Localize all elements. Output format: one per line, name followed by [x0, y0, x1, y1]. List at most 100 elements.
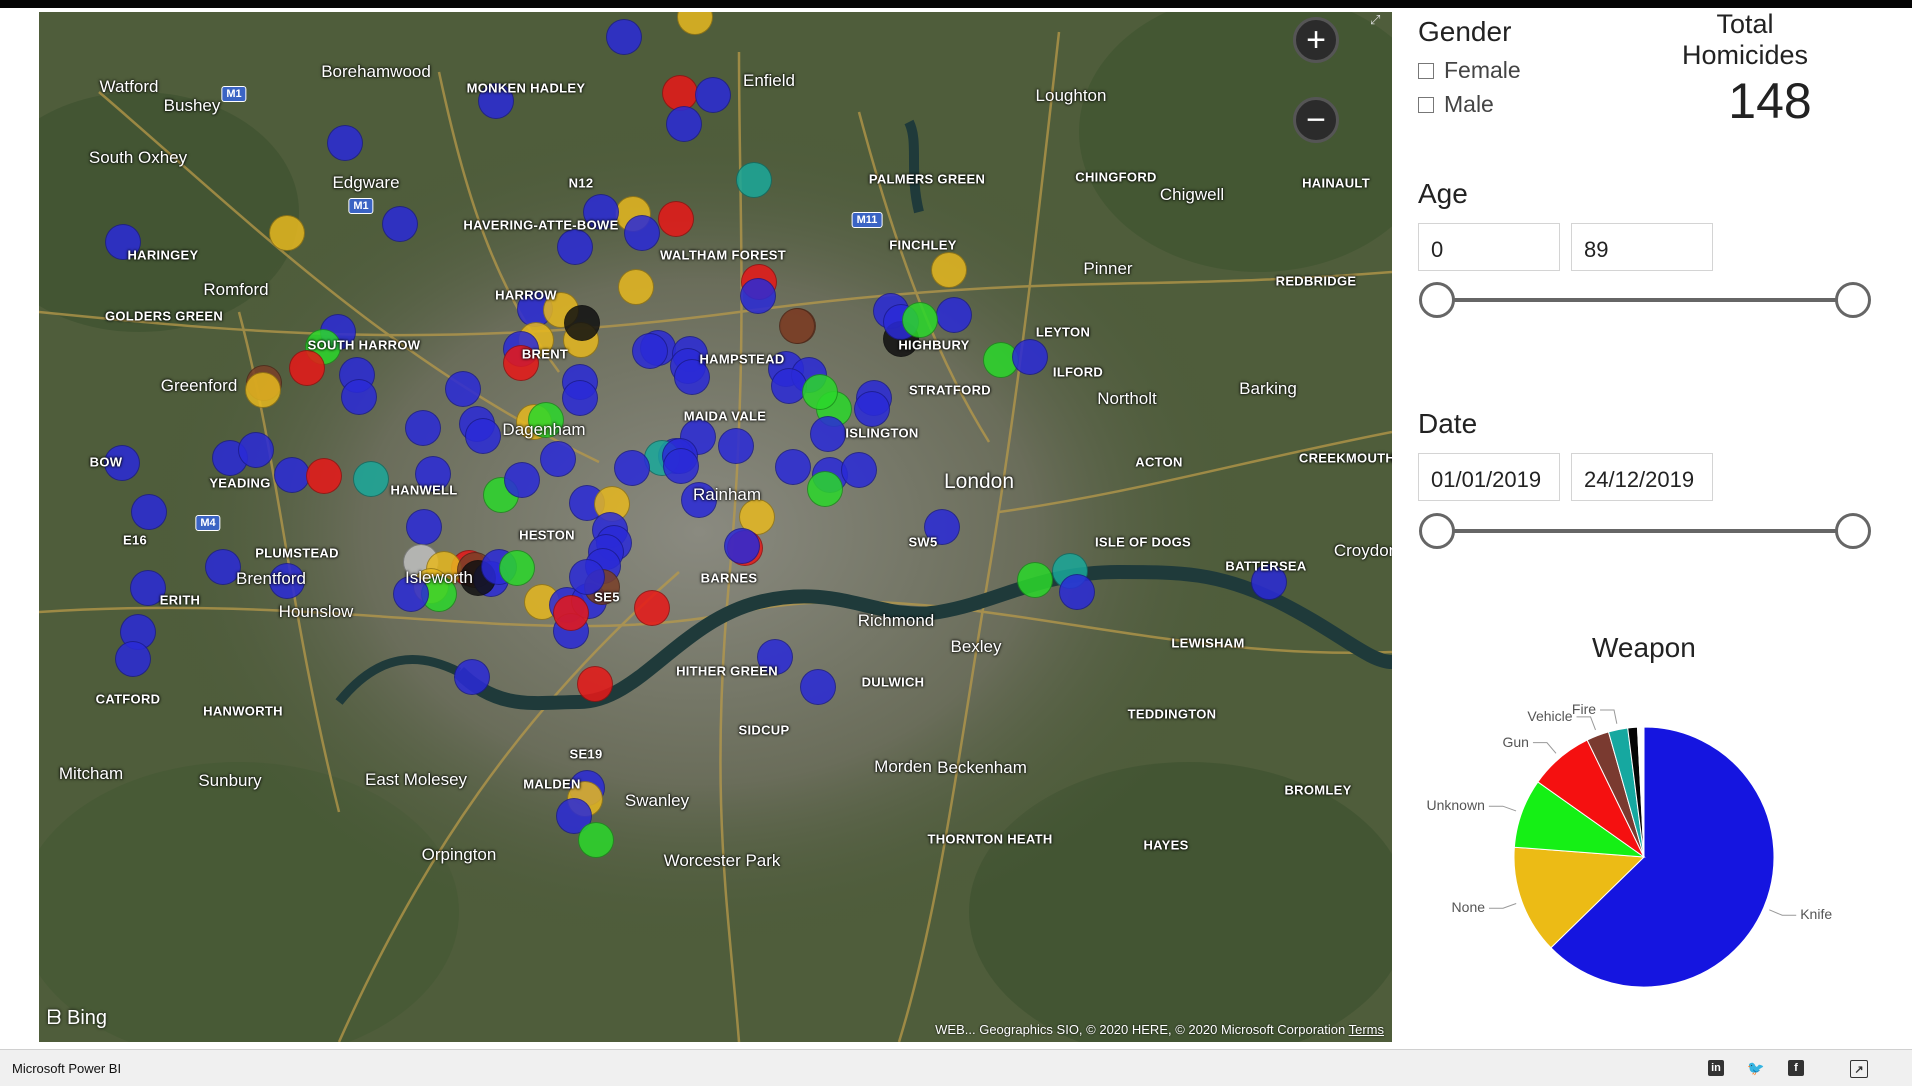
homicide-marker[interactable]	[289, 350, 325, 386]
homicide-marker[interactable]	[810, 416, 846, 452]
homicide-marker[interactable]	[614, 450, 650, 486]
homicide-marker[interactable]	[632, 333, 668, 369]
homicide-marker[interactable]	[341, 379, 377, 415]
homicide-marker[interactable]	[618, 269, 654, 305]
homicide-marker[interactable]	[528, 402, 564, 438]
age-slider-track[interactable]	[1436, 298, 1854, 302]
date-start-input[interactable]: 01/01/2019	[1418, 453, 1560, 501]
date-slider-track[interactable]	[1436, 529, 1854, 533]
age-slicer-title: Age	[1418, 178, 1468, 209]
homicide-marker[interactable]	[718, 428, 754, 464]
weapon-pie-chart[interactable]	[1430, 690, 1850, 1010]
homicide-marker[interactable]	[779, 308, 815, 344]
homicide-marker[interactable]	[1017, 562, 1053, 598]
homicide-marker[interactable]	[499, 550, 535, 586]
twitter-icon[interactable]: 🐦	[1747, 1060, 1764, 1076]
age-max-input[interactable]: 89	[1571, 223, 1713, 271]
homicide-marker[interactable]	[936, 297, 972, 333]
homicide-marker[interactable]	[104, 445, 140, 481]
homicide-marker[interactable]	[577, 666, 613, 702]
date-start-handle[interactable]	[1419, 513, 1455, 549]
age-min-handle[interactable]	[1419, 282, 1455, 318]
homicide-marker[interactable]	[695, 77, 731, 113]
homicide-marker[interactable]	[1251, 564, 1287, 600]
homicide-marker[interactable]	[634, 590, 670, 626]
homicide-marker[interactable]	[771, 368, 807, 404]
homicide-marker[interactable]	[445, 371, 481, 407]
age-max-handle[interactable]	[1835, 282, 1871, 318]
gender-option-male[interactable]: Male	[1418, 91, 1494, 118]
share-icon[interactable]: ↗	[1850, 1060, 1868, 1078]
homicide-marker[interactable]	[115, 641, 151, 677]
homicide-marker[interactable]	[205, 549, 241, 585]
homicide-marker[interactable]	[578, 822, 614, 858]
homicide-marker[interactable]	[131, 494, 167, 530]
zoom-in-button[interactable]: +	[1293, 17, 1339, 63]
homicide-marker[interactable]	[353, 461, 389, 497]
date-end-input[interactable]: 24/12/2019	[1571, 453, 1713, 501]
homicide-marker[interactable]	[658, 201, 694, 237]
homicide-marker[interactable]	[382, 206, 418, 242]
homicide-marker[interactable]	[269, 563, 305, 599]
terms-link[interactable]: Terms	[1349, 1022, 1384, 1037]
homicide-marker[interactable]	[553, 595, 589, 631]
homicide-marker[interactable]	[238, 432, 274, 468]
homicide-map[interactable]: Watford Borehamwood MONKEN HADLEY Enfield Lo…	[39, 12, 1392, 1042]
homicide-marker[interactable]	[269, 215, 305, 251]
homicide-marker[interactable]	[564, 305, 600, 341]
homicide-marker[interactable]	[406, 509, 442, 545]
homicide-marker[interactable]	[931, 252, 967, 288]
homicide-marker[interactable]	[666, 106, 702, 142]
homicide-marker[interactable]	[583, 194, 619, 230]
homicide-marker[interactable]	[557, 229, 593, 265]
homicide-marker[interactable]	[405, 410, 441, 446]
homicide-marker[interactable]	[540, 441, 576, 477]
homicide-marker[interactable]	[775, 449, 811, 485]
homicide-marker[interactable]	[503, 345, 539, 381]
homicide-marker[interactable]	[105, 224, 141, 260]
homicide-marker[interactable]	[902, 302, 938, 338]
homicide-marker[interactable]	[724, 528, 760, 564]
app-status-bar: Microsoft Power BI in 🐦 f ↗	[0, 1049, 1912, 1086]
homicide-marker[interactable]	[924, 509, 960, 545]
checkbox-icon[interactable]	[1418, 96, 1434, 113]
homicide-marker[interactable]	[800, 669, 836, 705]
homicide-marker[interactable]	[562, 380, 598, 416]
homicide-marker[interactable]	[802, 374, 838, 410]
checkbox-icon[interactable]	[1418, 62, 1434, 79]
homicide-marker[interactable]	[681, 482, 717, 518]
facebook-icon[interactable]: f	[1788, 1060, 1804, 1076]
homicide-marker[interactable]	[504, 462, 540, 498]
homicide-marker[interactable]	[569, 559, 605, 595]
homicide-marker[interactable]	[130, 570, 166, 606]
homicide-marker[interactable]	[757, 639, 793, 675]
homicide-marker[interactable]	[327, 125, 363, 161]
homicide-marker[interactable]	[415, 456, 451, 492]
satellite-basemap	[39, 12, 1392, 1042]
homicide-marker[interactable]	[807, 471, 843, 507]
homicide-marker[interactable]	[465, 418, 501, 454]
homicide-marker[interactable]	[454, 659, 490, 695]
zoom-out-button[interactable]: −	[1293, 97, 1339, 143]
gender-option-female[interactable]: Female	[1418, 57, 1521, 84]
homicide-marker[interactable]	[740, 278, 776, 314]
focus-mode-icon[interactable]: ⤢	[1370, 12, 1386, 28]
age-min-input[interactable]: 0	[1418, 223, 1560, 271]
homicide-marker[interactable]	[736, 162, 772, 198]
homicide-marker[interactable]	[393, 576, 429, 612]
plus-icon: +	[1306, 21, 1326, 59]
homicide-marker[interactable]	[1059, 574, 1095, 610]
homicide-marker[interactable]	[841, 452, 877, 488]
date-end-handle[interactable]	[1835, 513, 1871, 549]
homicide-marker[interactable]	[1012, 339, 1048, 375]
homicide-marker[interactable]	[274, 457, 310, 493]
homicide-marker[interactable]	[624, 215, 660, 251]
homicide-marker[interactable]	[606, 19, 642, 55]
homicide-marker[interactable]	[306, 458, 342, 494]
homicide-marker[interactable]	[478, 83, 514, 119]
homicide-marker[interactable]	[854, 391, 890, 427]
homicide-marker[interactable]	[674, 359, 710, 395]
homicide-marker[interactable]	[663, 448, 699, 484]
homicide-marker[interactable]	[245, 372, 281, 408]
linkedin-icon[interactable]: in	[1708, 1060, 1724, 1076]
